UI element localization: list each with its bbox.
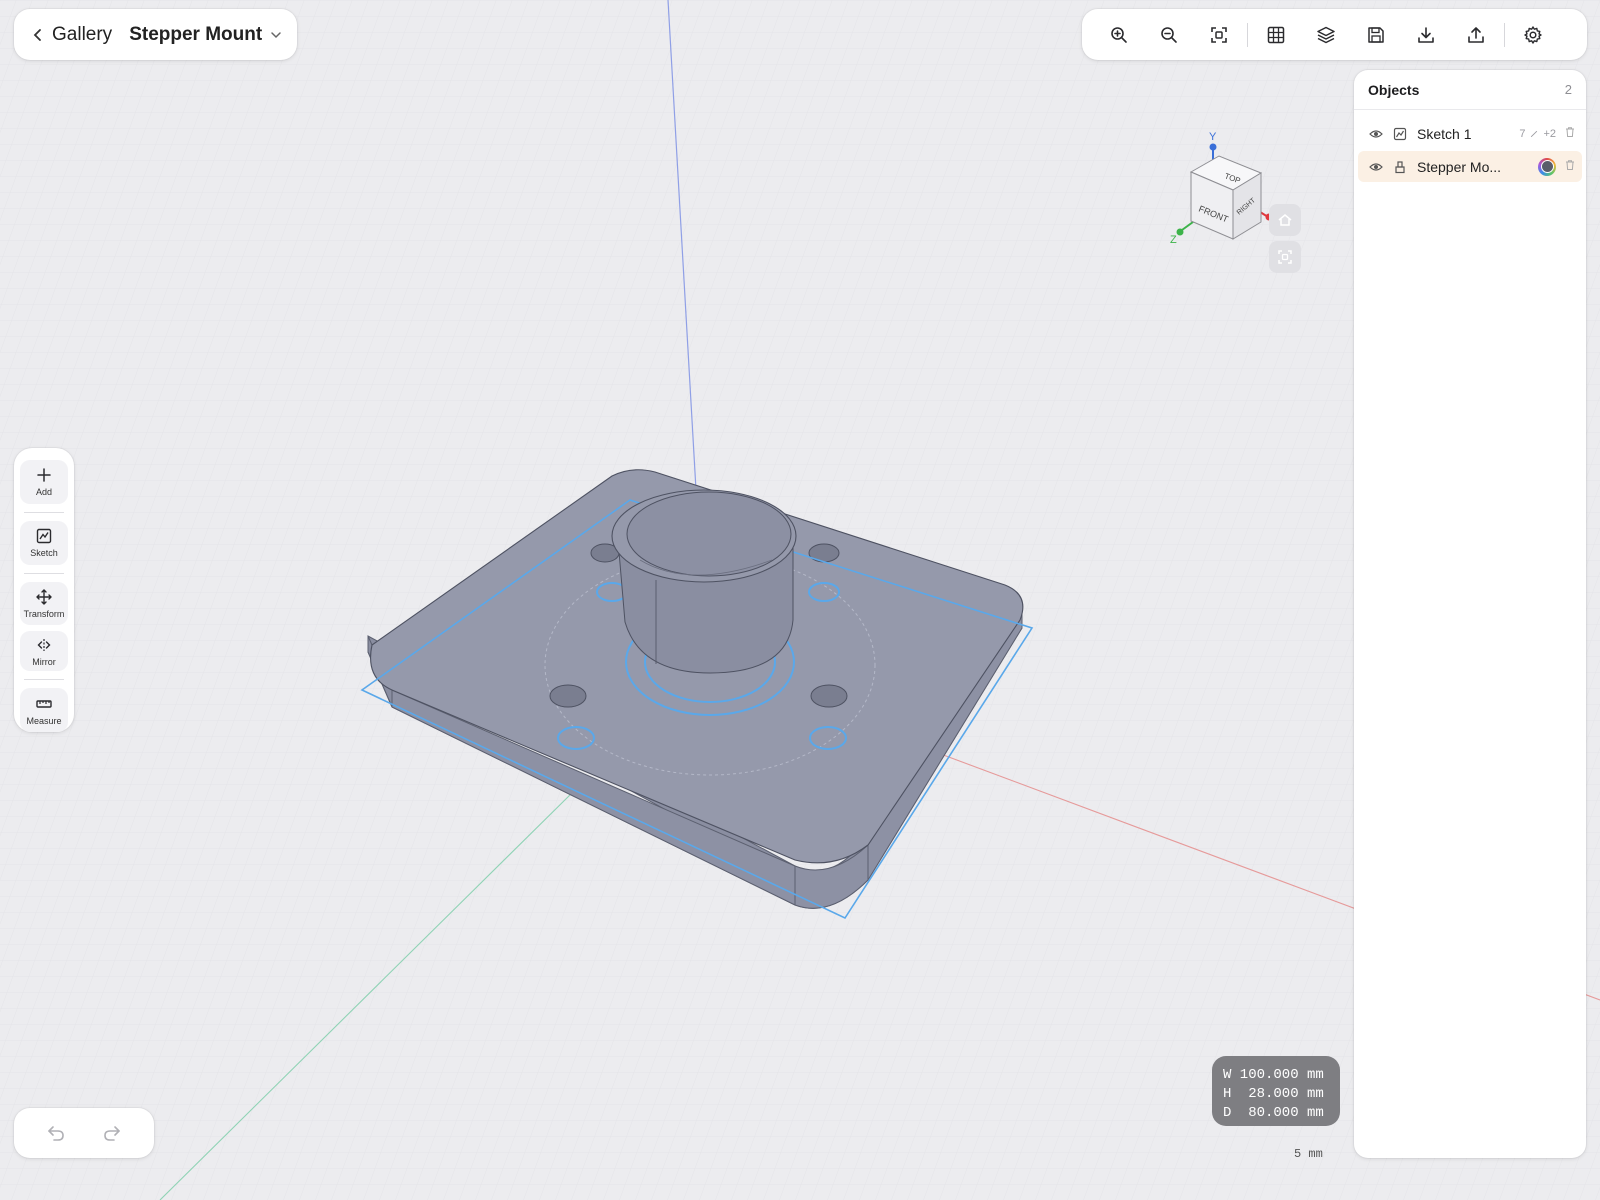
main-toolbar: [1082, 9, 1587, 60]
dimension-depth: D 80.000 mm: [1223, 1105, 1324, 1121]
share-icon: [1468, 26, 1484, 43]
transform-tool-button[interactable]: Transform: [20, 581, 68, 626]
sketch-tool-button[interactable]: Sketch: [20, 520, 68, 565]
layers-button[interactable]: [1301, 15, 1351, 55]
save-button[interactable]: [1351, 15, 1401, 55]
zoom-in-icon: [1111, 26, 1127, 43]
delete-object-button[interactable]: [1564, 158, 1576, 176]
visibility-toggle[interactable]: [1368, 126, 1384, 142]
grid-toggle-button[interactable]: [1251, 15, 1301, 55]
object-name: Sketch 1: [1417, 125, 1472, 142]
back-to-gallery-button[interactable]: Gallery: [32, 24, 112, 46]
toolbar-divider: [1247, 22, 1248, 47]
home-view-button[interactable]: [1269, 204, 1301, 236]
visibility-toggle[interactable]: [1368, 159, 1384, 175]
axis-label-y: Y: [1209, 131, 1217, 143]
home-icon: [1278, 214, 1292, 226]
redo-icon: [104, 1126, 120, 1141]
color-swatch: [1540, 160, 1554, 173]
tool-label: Sketch: [30, 548, 58, 559]
download-button[interactable]: [1401, 15, 1451, 55]
grid-scale-label: 5 mm: [1294, 1147, 1323, 1161]
mount-hole: [549, 684, 587, 708]
sketch-icon: [1393, 127, 1407, 140]
chevron-down-icon: [271, 31, 281, 38]
tool-label: Transform: [23, 609, 65, 620]
eye-icon: [1369, 129, 1383, 138]
zoom-in-button[interactable]: [1094, 15, 1144, 55]
chevron-left-icon: [33, 28, 41, 41]
undo-icon: [48, 1126, 64, 1141]
tool-divider: [24, 679, 64, 681]
mount-hole: [810, 684, 848, 708]
plus-icon: [37, 468, 51, 483]
add-tool-button[interactable]: Add: [20, 460, 68, 504]
objects-count: 2: [1564, 82, 1572, 97]
object-type: [1392, 159, 1408, 175]
document-title: Stepper Mount: [129, 23, 263, 45]
ruler-icon: [36, 699, 52, 708]
object-row-stepper-mount[interactable]: Stepper Mo...: [1358, 151, 1582, 182]
object-name: Stepper Mo...: [1417, 158, 1502, 175]
redo-button[interactable]: [92, 1115, 132, 1151]
dimension-height: H 28.000 mm: [1223, 1086, 1324, 1102]
mirror-icon: [37, 638, 51, 651]
fit-selection-button[interactable]: [1269, 241, 1301, 273]
axis-label-z: Z: [1170, 234, 1177, 246]
tool-label: Measure: [26, 715, 62, 726]
download-icon: [1418, 26, 1434, 43]
sketch-entity-count: 7 +2: [1519, 128, 1556, 140]
tool-label: Mirror: [32, 656, 56, 667]
solid-body-icon: [1395, 160, 1405, 173]
history-controls: [14, 1108, 154, 1158]
save-icon: [1368, 26, 1384, 43]
entity-count: 7: [1519, 127, 1526, 140]
measure-tool-button[interactable]: Measure: [20, 688, 68, 732]
mirror-tool-button[interactable]: Mirror: [20, 631, 68, 672]
dimensions-readout: W 100.000 mm H 28.000 mm D 80.000 mm: [1212, 1056, 1340, 1126]
fit-view-icon: [1211, 26, 1227, 43]
objects-panel: Objects 2 Sketch 1 7 +2 Stepper Mo...: [1354, 70, 1586, 1158]
zoom-out-icon: [1161, 26, 1177, 43]
trash-icon: [1566, 159, 1574, 170]
tool-divider: [24, 572, 64, 574]
tool-palette: Add Sketch Transform Mirror Measure: [14, 448, 74, 732]
tool-divider: [24, 511, 64, 513]
gallery-label: Gallery: [52, 23, 113, 45]
document-menu-button[interactable]: Stepper Mount: [129, 24, 282, 46]
object-row-sketch[interactable]: Sketch 1 7 +2: [1358, 118, 1582, 149]
share-button[interactable]: [1451, 15, 1501, 55]
objects-title: Objects: [1368, 81, 1420, 98]
mount-hole: [808, 543, 840, 563]
constraint-icon: [1531, 130, 1538, 137]
constraint-count: +2: [1543, 127, 1556, 140]
delete-object-button[interactable]: [1564, 125, 1576, 143]
settings-button[interactable]: [1508, 15, 1558, 55]
grid-icon: [1267, 26, 1285, 43]
zoom-out-button[interactable]: [1144, 15, 1194, 55]
move-arrows-icon: [36, 589, 52, 605]
object-type: [1392, 126, 1408, 142]
boss-bore: [626, 491, 792, 577]
layers-icon: [1317, 26, 1335, 43]
fit-view-icon: [1278, 250, 1292, 264]
objects-header: Objects 2: [1354, 70, 1586, 110]
dimension-width: W 100.000 mm: [1223, 1067, 1324, 1083]
trash-icon: [1566, 126, 1574, 137]
toolbar-divider: [1504, 22, 1505, 47]
sketch-icon: [36, 529, 52, 544]
color-picker-button[interactable]: [1538, 157, 1556, 176]
tool-label: Add: [35, 487, 52, 498]
fit-view-button[interactable]: [1194, 15, 1244, 55]
breadcrumb: Gallery Stepper Mount: [14, 9, 297, 60]
gear-icon: [1524, 25, 1542, 44]
undo-button[interactable]: [36, 1115, 76, 1151]
eye-icon: [1369, 162, 1383, 171]
